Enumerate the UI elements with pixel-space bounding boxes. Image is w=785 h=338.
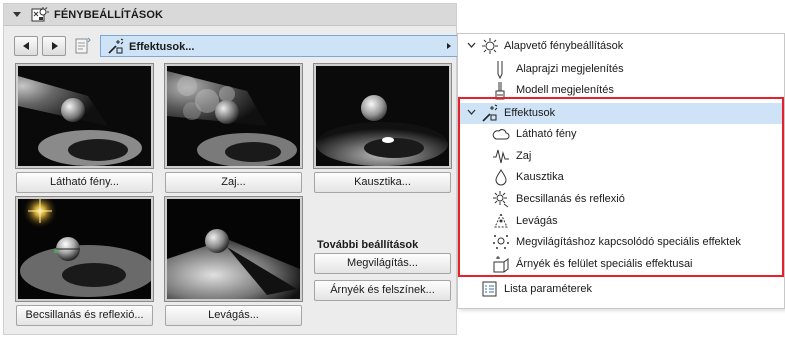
shadow-box-icon	[493, 256, 509, 273]
clip-cone-icon	[494, 212, 508, 228]
chevron-down-icon[interactable]	[467, 109, 476, 115]
caustics-preview	[313, 63, 452, 169]
light-dots-icon	[493, 235, 509, 249]
tree-item-label: Effektusok	[504, 107, 556, 119]
lens-flare-button[interactable]: Becsillanás és reflexió...	[16, 305, 153, 326]
previous-button[interactable]	[14, 36, 38, 56]
illumination-button[interactable]: Megvilágítás...	[314, 253, 451, 274]
pencil-icon	[497, 61, 503, 80]
tree-item-effects[interactable]: Effektusok	[458, 103, 784, 124]
tree-item-label: Kausztika	[516, 171, 564, 183]
panel-header[interactable]: FÉNYBEÁLLÍTÁSOK	[4, 4, 456, 26]
caustics-button[interactable]: Kausztika...	[314, 172, 451, 193]
cloud-icon	[492, 129, 510, 140]
next-button[interactable]	[42, 36, 66, 56]
noise-wave-icon	[493, 149, 509, 164]
effects-dropdown[interactable]: Effektusok...	[100, 35, 458, 57]
tree-item-label: Megvilágításhoz kapcsolódó speciális eff…	[516, 236, 741, 248]
tree-item-clipping[interactable]: Levágás	[458, 211, 784, 232]
light-settings-icon	[31, 7, 49, 26]
tree-item-label: Alaprajzi megjelenítés	[516, 63, 624, 75]
arrow-left-icon	[23, 42, 29, 50]
tree-item-visible-light[interactable]: Látható fény	[458, 124, 784, 145]
drop-icon	[495, 169, 507, 186]
tree-item-label: Lista paraméterek	[504, 283, 593, 295]
effects-tree-menu: Alapvető fénybeállítások Alaprajzi megje…	[457, 33, 785, 309]
list-icon	[482, 281, 497, 297]
clipping-preview	[164, 196, 303, 302]
tree-item-label: Becsillanás és reflexió	[516, 193, 625, 205]
magic-wand-icon	[106, 38, 124, 57]
light-settings-panel: FÉNYBEÁLLÍTÁSOK Effektusok... Látható fé…	[3, 3, 458, 335]
visible-light-button[interactable]: Látható fény...	[16, 172, 153, 193]
tree-item-model-display[interactable]: Modell megjelenítés	[458, 80, 784, 101]
tree-item-caustics[interactable]: Kausztika	[458, 167, 784, 188]
shadow-surfaces-button[interactable]: Árnyék és felszínek...	[314, 280, 451, 301]
panel-title: FÉNYBEÁLLÍTÁSOK	[54, 9, 164, 21]
sparkle-icon	[493, 191, 509, 208]
clipping-button[interactable]: Levágás...	[165, 305, 302, 326]
tree-item-label: Árnyék és felület speciális effektusai	[516, 258, 693, 270]
chevron-down-icon[interactable]	[467, 42, 476, 48]
noise-preview	[164, 63, 303, 169]
tree-item-label: Levágás	[516, 215, 558, 227]
tree-item-floor-plan-display[interactable]: Alaprajzi megjelenítés	[458, 59, 784, 80]
tree-item-shadow-surface-effects[interactable]: Árnyék és felület speciális effektusai	[458, 254, 784, 275]
noise-button[interactable]: Zaj...	[165, 172, 302, 193]
tree-item-lens-flare[interactable]: Becsillanás és reflexió	[458, 189, 784, 210]
lens-flare-preview	[15, 196, 154, 302]
dropdown-arrow-icon	[447, 43, 451, 49]
tree-item-list-parameters[interactable]: Lista paraméterek	[458, 279, 784, 300]
magic-wand-icon	[482, 104, 498, 122]
arrow-right-icon	[52, 42, 58, 50]
sun-gear-icon	[482, 38, 498, 54]
tree-item-label: Zaj	[516, 150, 532, 162]
tree-item-label: Modell megjelenítés	[516, 84, 614, 96]
more-settings-title: További beállítások	[317, 239, 419, 251]
tree-item-special-light-effects[interactable]: Megvilágításhoz kapcsolódó speciális eff…	[458, 232, 784, 253]
collapse-arrow-icon[interactable]	[13, 12, 21, 17]
brush-icon	[495, 82, 505, 100]
visible-light-preview	[15, 63, 154, 169]
tree-item-label: Alapvető fénybeállítások	[504, 40, 624, 52]
dropdown-value: Effektusok...	[129, 41, 195, 53]
tree-item-label: Látható fény	[516, 128, 577, 140]
tree-item-noise[interactable]: Zaj	[458, 146, 784, 167]
tree-item-basic-light-settings[interactable]: Alapvető fénybeállítások	[458, 36, 784, 57]
page-icon[interactable]	[75, 37, 93, 57]
